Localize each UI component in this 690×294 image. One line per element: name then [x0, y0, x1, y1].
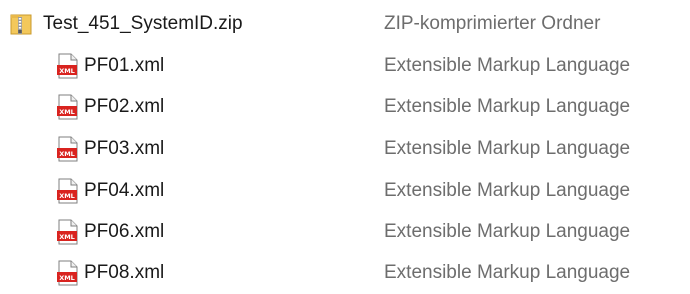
name-cell: XML PF02.xml	[56, 86, 164, 128]
file-row-xml[interactable]: XML PF03.xml Extensible Markup Language	[0, 128, 690, 170]
svg-text:XML: XML	[59, 108, 75, 116]
file-list: Test_451_SystemID.zip ZIP-komprimierter …	[0, 0, 690, 294]
file-type: Extensible Markup Language	[384, 262, 631, 283]
name-cell: XML PF04.xml	[56, 170, 164, 212]
file-name: PF03.xml	[84, 138, 165, 159]
file-name: Test_451_SystemID.zip	[43, 13, 243, 34]
file-row-xml[interactable]: XML PF06.xml Extensible Markup Language	[0, 211, 690, 253]
svg-text:XML: XML	[59, 274, 75, 282]
file-type: Extensible Markup Language	[384, 221, 631, 242]
file-row-xml[interactable]: XML PF08.xml Extensible Markup Language	[0, 252, 690, 294]
file-row-xml[interactable]: XML PF04.xml Extensible Markup Language	[0, 170, 690, 212]
svg-text:XML: XML	[59, 67, 75, 75]
file-row-xml[interactable]: XML PF02.xml Extensible Markup Language	[0, 86, 690, 128]
name-cell: XML PF08.xml	[56, 252, 164, 294]
xml-file-icon: XML	[56, 219, 80, 245]
file-name: PF08.xml	[84, 262, 165, 283]
xml-file-icon: XML	[56, 53, 80, 79]
file-type: ZIP-komprimierter Ordner	[384, 13, 601, 34]
file-type: Extensible Markup Language	[384, 55, 631, 76]
file-name: PF02.xml	[84, 96, 165, 117]
xml-file-icon: XML	[56, 136, 80, 162]
xml-file-icon: XML	[56, 260, 80, 286]
file-type: Extensible Markup Language	[384, 96, 631, 117]
file-row-zip[interactable]: Test_451_SystemID.zip ZIP-komprimierter …	[0, 3, 690, 45]
svg-text:XML: XML	[59, 233, 75, 241]
svg-text:XML: XML	[59, 192, 75, 200]
name-cell: XML PF06.xml	[56, 211, 164, 253]
name-cell: XML PF01.xml	[56, 45, 164, 87]
file-type: Extensible Markup Language	[384, 180, 631, 201]
name-cell: Test_451_SystemID.zip	[10, 3, 243, 45]
file-row-xml[interactable]: XML PF01.xml Extensible Markup Language	[0, 45, 690, 87]
file-name: PF06.xml	[84, 221, 165, 242]
xml-file-icon: XML	[56, 178, 80, 204]
file-type: Extensible Markup Language	[384, 138, 631, 159]
file-name: PF01.xml	[84, 55, 165, 76]
name-cell: XML PF03.xml	[56, 128, 164, 170]
file-name: PF04.xml	[84, 180, 165, 201]
svg-text:XML: XML	[59, 150, 75, 158]
zip-folder-icon	[10, 11, 34, 37]
xml-file-icon: XML	[56, 94, 80, 120]
